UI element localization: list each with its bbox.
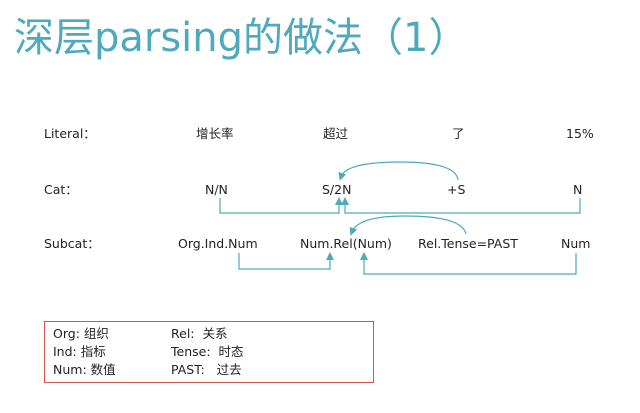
subcat-arrow-tense-to-rel [349, 215, 467, 236]
cat-arrow-nn-to-s2n [219, 197, 343, 214]
subcat-arrow-num-to-rel [360, 252, 577, 275]
cat-arrow-n-to-s2n [341, 197, 581, 214]
cat-arrow-plus-s-to-s2n [338, 161, 459, 181]
legend-entry-num: Num: 数值 [53, 362, 116, 377]
legend-entry-tense: Tense: 时态 [171, 344, 244, 359]
legend-entry-ind: Ind: 指标 [53, 344, 106, 359]
legend-entry-past: PAST: 过去 [171, 362, 242, 377]
subcat-arrow-org-to-num [238, 252, 334, 270]
abbreviation-legend: Org: 组织 Ind: 指标 Num: 数值 Rel: 关系 Tense: 时… [44, 321, 374, 383]
legend-entry-rel: Rel: 关系 [171, 326, 228, 341]
legend-entry-org: Org: 组织 [53, 326, 109, 341]
